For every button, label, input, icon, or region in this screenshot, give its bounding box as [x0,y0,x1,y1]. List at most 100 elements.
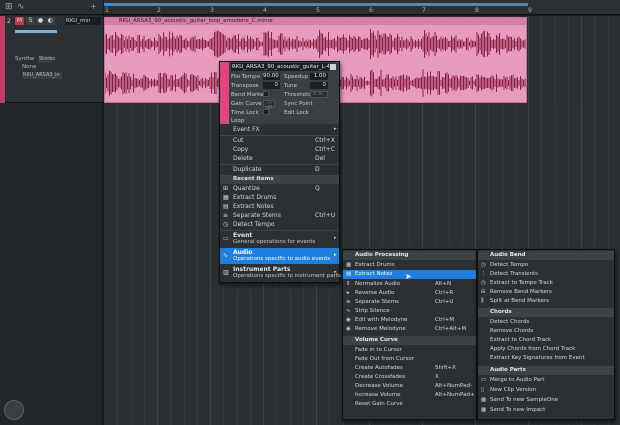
submenu-send-impact[interactable]: ▦ Send To new Impact [478,406,614,415]
submenu-split-bend-markers[interactable]: ⫼ Split at Bend Markers [478,297,614,306]
submenu-reverse[interactable]: ◂ Reverse Audio Ctrl+R [343,289,476,298]
submenu-apply-chords[interactable]: Apply Chords from Chord Track [478,345,614,354]
threshold-field[interactable]: 0 % [310,91,328,98]
menu-item-cut[interactable]: Cut Ctrl+X [220,136,339,145]
submenu-normalize[interactable]: ⇕ Normalize Audio Alt+N [343,280,476,289]
submenu-decrease-volume[interactable]: Decrease Volume Alt+NumPad- [343,382,476,391]
output-select[interactable]: RKU_ARSA3_in 1 [22,72,62,79]
track-name-field[interactable]: RKU_min [65,17,101,25]
menu-item-duplicate[interactable]: Duplicate D [220,165,339,174]
threshold-label: Threshold [284,92,312,98]
menu-item-copy[interactable]: Copy Ctrl+C [220,145,339,154]
menu-item-extract-drums[interactable]: ▦ Extract Drums [220,193,339,202]
normalize-icon: ⇕ [346,281,351,287]
sync-point-label: Sync Point [284,101,313,107]
menu-group-instrument-parts[interactable]: ▥ Instrument Parts Operations specific to … [220,265,341,281]
event-title: RKU_ARSA3_90_acoustic_guitar_loop_amodon… [105,18,526,25]
impact-icon: ▦ [481,407,487,413]
context-menu: RKU_ARSA3_90_acoustic_guitar_L-4min File… [219,61,341,283]
solo-button[interactable]: S [26,17,35,25]
submenu-detect-tempo[interactable]: ◷ Detect Tempo [478,261,614,270]
submenu-edit-melodyne[interactable]: ◉ Edit with Melodyne Ctrl+M [343,316,476,325]
split-icon: ⫼ [481,298,484,304]
submenu-create-crossfades[interactable]: Create Crossfades X [343,373,476,382]
ruler-mark: 9 [528,7,532,14]
track-color-strip [0,16,5,103]
menu-group-event[interactable]: ▭ Event General operations for events ▸ [220,231,339,247]
submenu-create-autofades[interactable]: Create Autofades Shift+X [343,364,476,373]
menu-item-delete[interactable]: Delete Del [220,154,339,163]
submenu-merge-audio-part[interactable]: ▭ Merge to Audio Part [478,376,614,385]
quantize-icon: ⊞ [223,185,229,192]
automation-icon[interactable]: ∿ [17,2,25,12]
gain-curve-field[interactable]: -∞ dB [263,100,275,111]
tune-field[interactable]: 0 [310,82,328,89]
track-row[interactable]: 2 M S ● ◐ RKU_min Synthe Stereo None RKU… [0,16,103,103]
volume-fader[interactable] [15,30,57,33]
bend-marker-checkbox[interactable] [263,91,269,97]
file-tempo-field[interactable]: 90.00 [263,73,280,80]
submenu-extract-drums[interactable]: ▦ Extract Drums [343,261,476,270]
menu-item-quantize[interactable]: ⊞ Quantize Q [220,184,339,193]
tempo-icon: ◷ [481,262,486,268]
loop-range-bar[interactable] [104,3,528,6]
close-icon[interactable] [330,64,336,70]
time-lock-checkbox[interactable] [263,109,269,115]
transpose-field[interactable]: 0 [263,82,280,89]
submenu-detect-transients[interactable]: ⋮ Detect Transients [478,270,614,279]
timeline-ruler[interactable]: 1 2 3 4 5 6 7 8 9 [104,0,620,15]
submenu-send-sampleone[interactable]: ▦ Send To new SampleOne [478,396,614,405]
submenu-new-clip-version[interactable]: ▯ New Clip Version [478,386,614,395]
menu-group-audio[interactable]: ∿ Audio Operations specific to audio event… [220,248,339,264]
instrument-label: Synthe [15,56,35,62]
ruler-mark: 6 [369,7,373,14]
tempo-track-icon: ◷ [481,280,486,286]
submenu-extract-chord-track[interactable]: Extract to Chord Track [478,336,614,345]
monitor-icon[interactable]: ◐ [46,17,55,25]
channel-mode-select[interactable]: Stereo [38,56,55,63]
mute-button[interactable]: M [15,17,24,25]
tempo-icon: ◷ [223,221,229,228]
submenu-fade-out[interactable]: Fade Out from Cursor [343,355,476,364]
submenu-reset-gain[interactable]: Reset Gain Curve [343,400,476,409]
submenu-remove-chords[interactable]: Remove Chords [478,327,614,336]
transpose-label: Transpose [231,83,259,89]
menu-item-separate-stems[interactable]: ≡ Separate Stems Ctrl+U [220,211,339,220]
track-header-panel: ⊞ ∿ + 2 M S ● ◐ RKU_min Synthe Stereo No… [0,0,103,425]
ruler-mark: 3 [210,7,214,14]
submenu-extract-key-signatures[interactable]: Extract Key Signatures from Event [478,354,614,363]
loop-label: Loop [231,118,245,124]
reverse-icon: ◂ [346,290,349,296]
melodyne-icon: ◉ [346,326,351,332]
event-icon: ▭ [223,235,229,242]
menu-item-extract-notes[interactable]: ▤ Extract Notes [220,202,339,211]
submenu-extract-tempo-track[interactable]: ◷ Extract to Tempo Track [478,279,614,288]
stems-icon: ≡ [223,212,229,219]
keyboard-icon: ▥ [223,269,229,276]
add-track-icon[interactable]: + [90,2,97,11]
submenu-remove-melodyne[interactable]: ◉ Remove Melodyne Ctrl+Alt+M [343,325,476,334]
submenu-detect-chords[interactable]: Detect Chords [478,318,614,327]
melodyne-icon: ◉ [346,317,351,323]
submenu-strip-silence[interactable]: ∿ Strip Silence [343,307,476,316]
submenu-fade-in[interactable]: Fade in to Cursor [343,346,476,355]
bend-marker-label: Bend Marker [231,92,266,98]
input-select[interactable]: None [22,64,36,70]
expand-icon[interactable]: ⊞ [5,2,13,12]
event-inspector: RKU_ARSA3_90_acoustic_guitar_L-4min File… [220,62,339,124]
audio-bend-header: Audio Bend [478,251,614,260]
speedup-field[interactable]: 1.00 [310,73,328,80]
audio-processing-header: Audio Processing [343,251,476,260]
mouse-cursor-icon: ➤ [405,272,412,281]
submenu-separate-stems[interactable]: ≡ Separate Stems Ctrl+U [343,298,476,307]
record-arm-icon[interactable]: ● [36,17,45,25]
ruler-mark: 5 [316,7,320,14]
speedup-label: Speedup [284,74,309,80]
submenu-increase-volume[interactable]: Increase Volume Alt+NumPad+ [343,391,476,400]
event-name-field[interactable]: RKU_ARSA3_90_acoustic_guitar_L-4min [231,63,329,71]
transients-icon: ⋮ [481,271,487,277]
menu-item-detect-tempo[interactable]: ◷ Detect Tempo [220,220,339,229]
menu-item-event-fx[interactable]: Event FX ▸ [220,125,339,134]
stems-icon: ≡ [346,299,351,305]
submenu-remove-bend-markers[interactable]: ⊟ Remove Bend Markers [478,288,614,297]
